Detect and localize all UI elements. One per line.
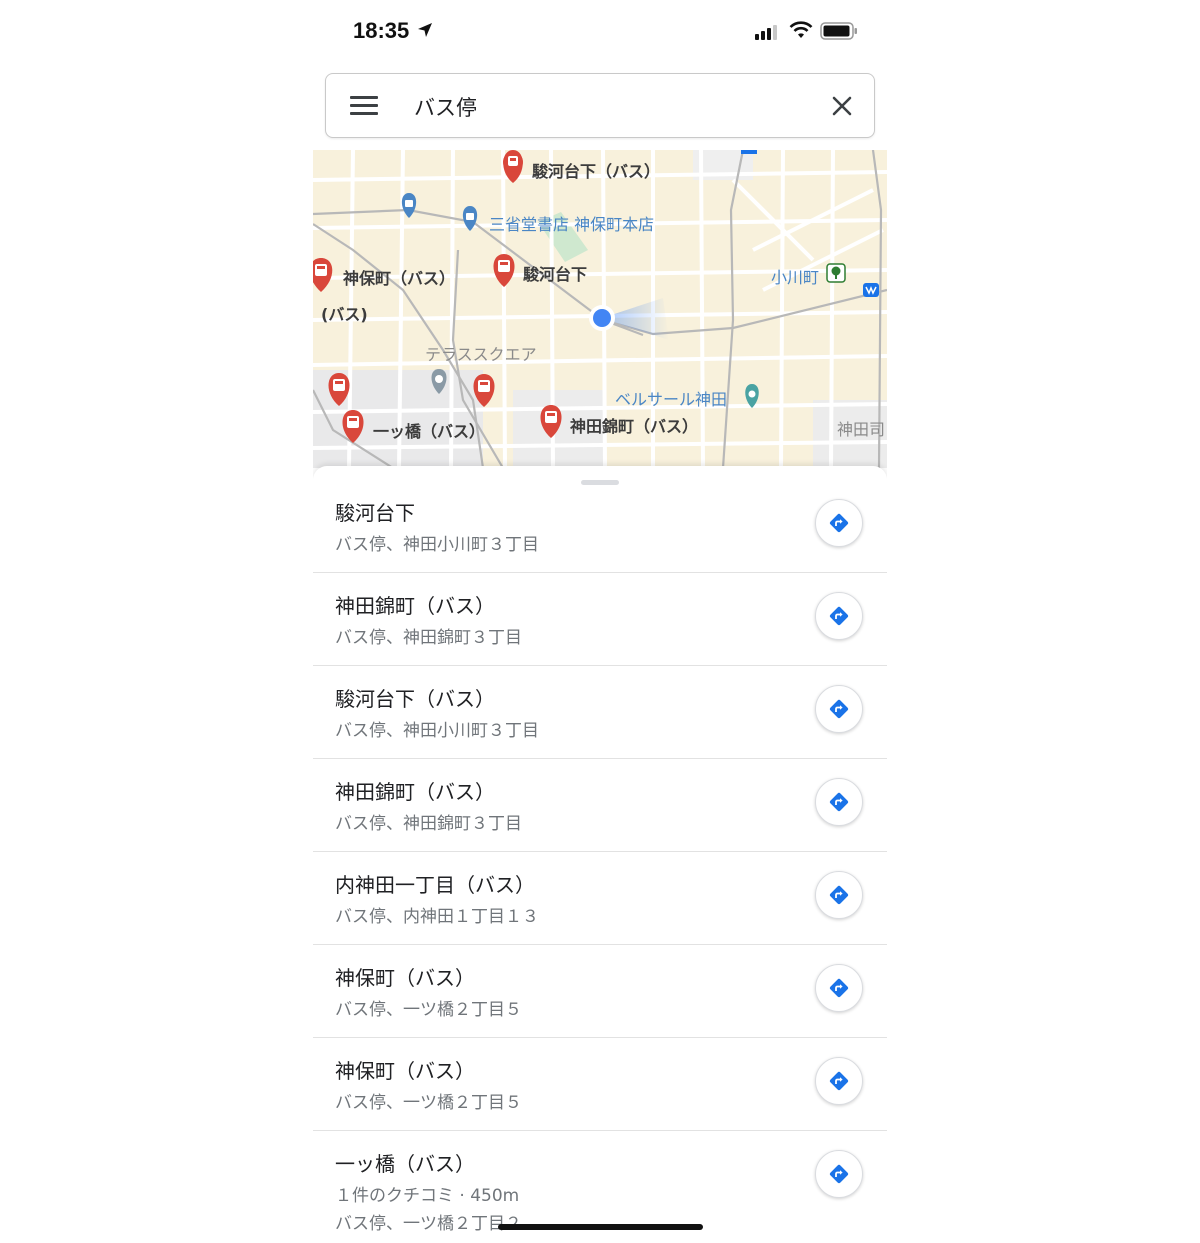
result-item[interactable]: 神保町（バス） バス停、一ツ橋２丁目５ [313,945,887,1038]
result-item[interactable]: 駿河台下（バス） バス停、神田小川町３丁目 [313,666,887,759]
result-address: バス停、神田小川町３丁目 [335,721,539,741]
result-name: 一ッ橋（バス） [335,1152,475,1176]
directions-button[interactable] [815,592,863,640]
phone-screen: 18:35 バス停 駿河台下（バス） 三省堂書店 神保町本店 神保町（バス） (… [313,0,887,1243]
map-view[interactable]: 駿河台下（バス） 三省堂書店 神保町本店 神保町（バス） (バス) 駿河台下 小… [313,150,887,468]
status-time: 18:35 [353,18,410,43]
result-address: バス停、神田錦町３丁目 [335,628,522,648]
result-name: 神田錦町（バス） [335,594,495,618]
map-label-jimbocho-bus-cont[interactable]: (バス) [321,301,368,325]
result-item[interactable]: 神田錦町（バス） バス停、神田錦町３丁目 [313,759,887,852]
result-address: バス停、一ツ橋２丁目２ [335,1214,522,1234]
result-address: バス停、神田錦町３丁目 [335,814,522,834]
battery-icon [820,22,857,40]
directions-button[interactable] [815,685,863,733]
result-name: 内神田一丁目（バス） [335,873,535,897]
directions-icon [829,885,849,905]
map-label-hitotsubashi-bus[interactable]: 一ッ橋（バス） [373,418,485,442]
directions-button[interactable] [815,778,863,826]
result-address: バス停、一ツ橋２丁目５ [335,1000,522,1020]
directions-icon [829,792,849,812]
result-address: バス停、一ツ橋２丁目５ [335,1093,522,1113]
cellular-signal-icon [755,25,777,40]
search-query[interactable]: バス停 [414,92,477,122]
result-name: 神保町（バス） [335,1059,475,1083]
map-label-kanda-nishikicho-bus[interactable]: 神田錦町（バス） [570,413,698,437]
directions-icon [829,513,849,533]
result-item[interactable]: 神保町（バス） バス停、一ツ橋２丁目５ [313,1038,887,1131]
map-label-kanda-tsukasa[interactable]: 神田司 [837,416,885,440]
result-name: 神保町（バス） [335,966,475,990]
result-item[interactable]: 神田錦町（バス） バス停、神田錦町３丁目 [313,573,887,666]
map-label-sanseido[interactable]: 三省堂書店 神保町本店 [489,211,654,235]
map-label-surugadai[interactable]: 駿河台下 [523,261,587,285]
map-label-jimbocho-bus[interactable]: 神保町（バス） [343,265,455,289]
result-name: 駿河台下（バス） [335,687,495,711]
directions-button[interactable] [815,499,863,547]
search-bar[interactable]: バス停 [325,73,875,138]
result-address: バス停、内神田１丁目１３ [335,907,539,927]
results-list: 駿河台下 バス停、神田小川町３丁目 神田錦町（バス） バス停、神田錦町３丁目 駿… [313,480,887,1243]
map-label-ogawamachi[interactable]: 小川町 [771,264,819,288]
result-reviews: １件のクチコミ · 450m [335,1186,520,1206]
directions-icon [829,978,849,998]
close-icon[interactable] [830,94,854,118]
station-icon-ogawamachi[interactable] [826,263,846,283]
directions-button[interactable] [815,964,863,1012]
directions-icon [829,1071,849,1091]
directions-icon [829,1164,849,1184]
wifi-icon [789,21,813,38]
map-label-bellesalle[interactable]: ベルサール神田 [615,386,727,410]
directions-icon [829,699,849,719]
result-address: バス停、神田小川町３丁目 [335,535,539,555]
metro-icon-east[interactable] [863,283,879,297]
map-label-surugadai-bus[interactable]: 駿河台下（バス） [532,158,660,182]
directions-button[interactable] [815,871,863,919]
location-arrow-icon [418,23,432,37]
directions-button[interactable] [815,1057,863,1105]
result-name: 駿河台下 [335,501,415,525]
result-item[interactable]: 駿河台下 バス停、神田小川町３丁目 [313,480,887,573]
result-name: 神田錦町（バス） [335,780,495,804]
directions-button[interactable] [815,1150,863,1198]
home-indicator[interactable] [498,1224,703,1230]
status-bar: 18:35 [313,0,887,62]
hamburger-menu-icon[interactable] [350,96,378,116]
results-sheet[interactable]: 駿河台下 バス停、神田小川町３丁目 神田錦町（バス） バス停、神田錦町３丁目 駿… [313,466,887,1243]
result-item[interactable]: 内神田一丁目（バス） バス停、内神田１丁目１３ [313,852,887,945]
map-label-terrace-square[interactable]: テラススクエア [425,341,537,365]
directions-icon [829,606,849,626]
